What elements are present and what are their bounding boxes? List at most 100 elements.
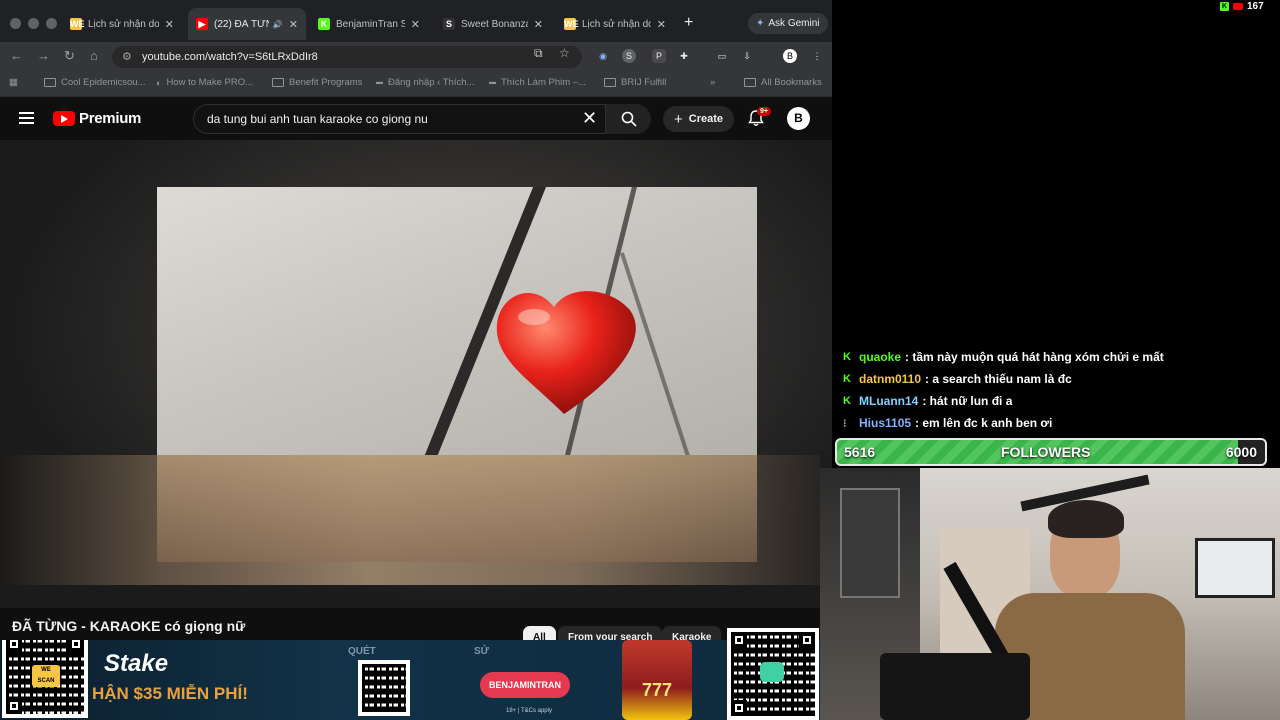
more-bookmarks-icon[interactable]: » — [710, 77, 715, 88]
apps-grid-icon[interactable]: ▦ — [9, 77, 18, 88]
ask-gemini-label: Ask Gemini — [768, 18, 820, 29]
sponsor-banner: WE SCAN Stake HẬN $35 MIỄN PHÍ! QUÉT SỬ … — [0, 640, 820, 720]
terms-note: 18+ | T&Cs apply — [506, 708, 552, 714]
folder-icon — [604, 78, 616, 87]
plus-icon: + — [674, 110, 683, 128]
all-bookmarks-item[interactable]: All Bookmarks — [744, 77, 822, 88]
youtube-icon — [1233, 3, 1243, 10]
chip-from-your-search[interactable]: From your search — [558, 626, 663, 640]
tab-audio-icon[interactable]: 🔊 — [273, 20, 283, 29]
url-text: youtube.com/watch?v=S6tLRxDdIr8 — [142, 51, 318, 63]
chat-message: K datnm0110 : a search thiếu nam là đc — [843, 368, 1273, 390]
maximize-window-button[interactable] — [46, 18, 57, 29]
close-tab-icon[interactable]: ✕ — [411, 18, 420, 31]
bookmark-item[interactable]: ◐ How to Make PRO... — [156, 77, 253, 88]
minimize-window-button[interactable] — [28, 18, 39, 29]
folder-icon — [744, 78, 756, 87]
bookmark-item[interactable]: Benefit Programs — [272, 77, 362, 88]
search-button[interactable] — [606, 104, 651, 134]
heart-icon — [496, 291, 636, 414]
clear-search-icon[interactable]: ✕ — [582, 108, 597, 128]
close-tab-icon[interactable]: ✕ — [165, 18, 174, 31]
tab-label: Sweet Bonanza — [461, 18, 528, 30]
bookmark-item[interactable]: BRIJ Fulfill — [604, 77, 666, 88]
ask-gemini-button[interactable]: ✦ Ask Gemini — [748, 13, 828, 34]
browser-tab[interactable]: S Sweet Bonanza ✕ — [435, 10, 551, 38]
s-extension-icon[interactable]: S — [622, 49, 636, 63]
youtube-premium-logo[interactable]: Premium — [53, 110, 141, 127]
hamburger-menu-icon[interactable] — [19, 112, 34, 124]
create-button[interactable]: + Create — [663, 106, 735, 132]
youtube-play-icon — [53, 111, 75, 126]
chip-karaoke[interactable]: Karaoke — [662, 626, 722, 640]
stream-screen: WELịch sử nhận don✕▶(22) ĐÃ TỪNG🔊✕KBenja… — [0, 0, 1280, 720]
page-icon: ◐ — [156, 77, 162, 88]
browser-tab[interactable]: ▶ (22) ĐÃ TỪNG 🔊 ✕ — [188, 8, 306, 40]
viewer-count: K 167 — [1220, 1, 1264, 12]
downloads-icon[interactable]: ⇩ — [740, 49, 754, 63]
folder-icon — [44, 78, 56, 87]
tab-search-icon[interactable]: ▭ — [715, 49, 729, 63]
bookmark-item[interactable]: ▬ Đăng nhập ‹ Thích... — [376, 77, 474, 88]
tab-strip: WELịch sử nhận don✕▶(22) ĐÃ TỪNG🔊✕KBenja… — [0, 0, 832, 42]
kick-icon: K — [843, 395, 851, 407]
forward-arrow-icon[interactable]: → — [37, 48, 50, 63]
scan-word: QUÉT — [348, 646, 376, 657]
browser-tab[interactable]: WELịch sử nhận don ✕ — [62, 10, 182, 38]
reload-icon[interactable]: ↻ — [64, 48, 75, 64]
promo-text: HẬN $35 MIỄN PHÍ! — [92, 684, 248, 703]
create-label: Create — [688, 113, 724, 125]
extensions-puzzle-icon[interactable]: ✚ — [677, 49, 691, 63]
bookmarks-bar: ▦ Cool Epidemicsou... ◐ How to Make PRO..… — [0, 70, 832, 97]
browser-tab[interactable]: WELịch sử nhận don ✕ — [556, 10, 674, 38]
qr-code-right — [727, 628, 819, 720]
use-word: SỬ — [474, 646, 489, 657]
new-tab-button[interactable]: + — [684, 14, 693, 32]
address-bar[interactable]: ⚙ youtube.com/watch?v=S6tLRxDdIr8 — [112, 46, 582, 68]
logo-text: Premium — [79, 110, 142, 127]
chat-message: K MLuann14 : hát nữ lun đi a — [843, 390, 1273, 412]
close-tab-icon[interactable]: ✕ — [534, 18, 543, 31]
stake-logo: Stake — [104, 650, 169, 677]
bookmark-item[interactable]: Cool Epidemicsou... — [44, 77, 145, 88]
back-arrow-icon[interactable]: ← — [10, 48, 23, 63]
chat-username: quaoke — [859, 350, 902, 364]
search-input[interactable]: da tung bui anh tuan karaoke co giong nu — [193, 104, 606, 134]
audio-extension-icon[interactable]: ◉ — [596, 49, 610, 63]
close-tab-icon[interactable]: ✕ — [657, 18, 666, 31]
site-settings-icon[interactable]: ⚙ — [122, 50, 132, 63]
viewer-count-value: 167 — [1247, 1, 1264, 12]
bookmark-item[interactable]: ▬ Thích Làm Phim –... — [489, 77, 586, 88]
browser-toolbar: ← → ↻ ⌂ ⚙ youtube.com/watch?v=S6tLRxDdIr… — [0, 42, 832, 70]
chat-username: datnm0110 — [859, 372, 922, 386]
kick-icon: K — [843, 351, 851, 363]
browser-menu-icon[interactable]: ⋮ — [810, 49, 824, 63]
gemini-icon: ✦ — [756, 18, 765, 29]
qr-code-left: WE SCAN — [2, 640, 88, 718]
chat-text: : a search thiếu nam là đc — [925, 372, 1072, 386]
tab-favicon-icon: S — [443, 18, 455, 30]
install-app-icon[interactable]: ⧉ — [534, 46, 543, 61]
account-avatar[interactable]: B — [787, 107, 810, 130]
video-player[interactable] — [0, 140, 832, 608]
folder-icon — [272, 78, 284, 87]
video-crossfade-frame — [157, 455, 757, 562]
search-query-text: da tung bui anh tuan karaoke co giong nu — [207, 112, 428, 126]
close-window-button[interactable] — [10, 18, 21, 29]
chip-all[interactable]: All — [523, 626, 556, 640]
chat-message: K quaoke : tầm này muộn quá hát hàng xóm… — [843, 346, 1273, 368]
ph-extension-icon[interactable]: P — [652, 49, 666, 63]
home-icon[interactable]: ⌂ — [90, 48, 98, 63]
video-frame-heart-image — [157, 187, 757, 455]
notification-badge: 9+ — [757, 107, 771, 116]
video-title: ĐÃ TỪNG - KARAOKE có giọng nữ — [12, 618, 246, 634]
tab-label: Lịch sử nhận don — [582, 18, 651, 30]
chat-message: ⁝ Hius1105 : em lên đc k anh ben ơi — [843, 412, 1273, 434]
youtube-header: Premium da tung bui anh tuan karaoke co … — [0, 98, 832, 140]
browser-tab[interactable]: K BenjaminTran Stu ✕ — [310, 10, 428, 38]
webcam-feed — [820, 468, 1280, 720]
profile-avatar-icon[interactable]: B — [783, 49, 797, 63]
tab-label: BenjaminTran Stu — [336, 18, 405, 30]
close-tab-icon[interactable]: ✕ — [289, 18, 298, 31]
bookmark-star-icon[interactable]: ☆ — [559, 46, 570, 60]
